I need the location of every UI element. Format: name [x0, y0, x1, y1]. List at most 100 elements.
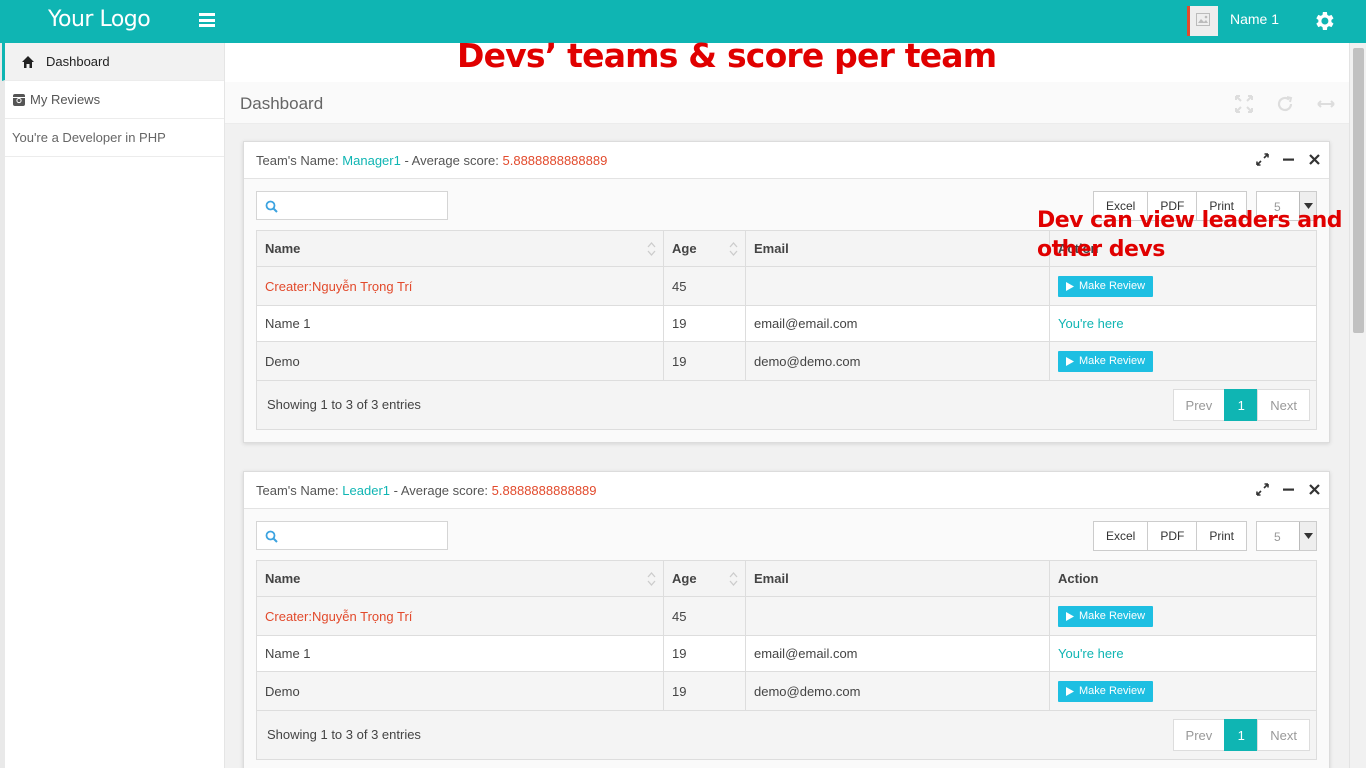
minimize-icon[interactable] — [1282, 153, 1295, 166]
panel-title: Team's Name: Leader1 - Average score: 5.… — [256, 483, 597, 498]
you-are-here-label: You're here — [1049, 305, 1317, 342]
entries-info: Showing 1 to 3 of 3 entries — [267, 727, 421, 742]
prev-page-button[interactable]: Prev — [1172, 719, 1226, 751]
next-page-button[interactable]: Next — [1257, 389, 1310, 421]
search-field[interactable] — [283, 195, 443, 216]
pdf-button[interactable]: PDF — [1147, 521, 1198, 551]
table-footer: Showing 1 to 3 of 3 entries Prev 1 Next — [256, 381, 1317, 430]
chevron-down-icon — [1304, 533, 1313, 539]
team-name[interactable]: Manager1 — [342, 153, 401, 168]
member-age: 45 — [663, 596, 746, 636]
menu-toggle-icon[interactable] — [199, 13, 215, 27]
table-row: Demo 19 demo@demo.com Make Review — [256, 341, 1317, 381]
member-name: Creater:Nguyễn Trọng Trí — [256, 266, 664, 306]
make-review-button[interactable]: Make Review — [1058, 350, 1154, 372]
table-footer: Showing 1 to 3 of 3 entries Prev 1 Next — [256, 711, 1317, 760]
team-panel-manager1: Team's Name: Manager1 - Average score: 5… — [243, 141, 1330, 443]
pagination: Prev 1 Next — [1172, 719, 1310, 751]
sort-icon — [647, 572, 656, 586]
play-icon — [1066, 281, 1074, 291]
member-email — [745, 596, 1050, 636]
refresh-tool[interactable] — [1267, 95, 1303, 127]
average-score: 5.8888888888889 — [491, 483, 597, 498]
column-header-age[interactable]: Age — [663, 230, 746, 267]
table-row: Demo 19 demo@demo.com Make Review — [256, 671, 1317, 711]
resize-tool[interactable] — [1308, 95, 1344, 127]
average-score: 5.8888888888889 — [502, 153, 608, 168]
sidebar-item-role[interactable]: You're a Developer in PHP — [5, 119, 224, 157]
column-header-name[interactable]: Name — [256, 230, 664, 267]
page-size-select[interactable]: 5 — [1256, 521, 1317, 551]
instagram-icon — [13, 93, 25, 106]
member-age: 45 — [663, 266, 746, 306]
close-icon[interactable] — [1308, 153, 1321, 166]
search-input[interactable] — [256, 191, 448, 220]
close-icon[interactable] — [1308, 483, 1321, 496]
export-buttons: Excel PDF Print — [1092, 521, 1247, 551]
team-table: Name Age Email Action Creater:Nguyễn Trọ… — [256, 560, 1317, 711]
panel-header: Team's Name: Leader1 - Average score: 5.… — [244, 472, 1329, 509]
panel-title: Team's Name: Manager1 - Average score: 5… — [256, 153, 608, 168]
vertical-scrollbar[interactable] — [1349, 43, 1366, 768]
fullscreen-tool[interactable] — [1226, 95, 1262, 127]
next-page-button[interactable]: Next — [1257, 719, 1310, 751]
horizontal-arrows-icon — [1317, 100, 1335, 108]
table-row: Creater:Nguyễn Trọng Trí 45 Make Review — [256, 266, 1317, 306]
page-header: Dashboard — [225, 82, 1349, 127]
sort-icon — [647, 242, 656, 256]
user-name[interactable]: Name 1 — [1230, 11, 1279, 27]
expand-icon[interactable] — [1256, 153, 1269, 166]
column-header-name[interactable]: Name — [256, 560, 664, 597]
member-email: email@email.com — [745, 635, 1050, 672]
search-icon — [265, 200, 278, 213]
panel-body: Excel PDF Print 5 Name Age Email Action … — [244, 509, 1329, 768]
search-input[interactable] — [256, 521, 448, 550]
search-field[interactable] — [283, 525, 443, 546]
you-are-here-label: You're here — [1049, 635, 1317, 672]
table-row: Name 1 19 email@email.com You're here — [256, 305, 1317, 342]
avatar[interactable] — [1187, 6, 1218, 36]
print-button[interactable]: Print — [1196, 521, 1247, 551]
sidebar-item-my-reviews[interactable]: My Reviews — [5, 81, 224, 119]
make-review-button[interactable]: Make Review — [1058, 275, 1154, 297]
page-1-button[interactable]: 1 — [1224, 719, 1259, 751]
member-name: Demo — [256, 671, 664, 711]
member-email: email@email.com — [745, 305, 1050, 342]
table-row: Creater:Nguyễn Trọng Trí 45 Make Review — [256, 596, 1317, 636]
column-header-action[interactable]: Action — [1049, 560, 1317, 597]
column-header-email[interactable]: Email — [745, 230, 1050, 267]
refresh-icon — [1277, 96, 1293, 112]
excel-button[interactable]: Excel — [1092, 521, 1149, 551]
page-title: Dashboard — [240, 94, 324, 113]
member-age: 19 — [663, 341, 746, 381]
member-email: demo@demo.com — [745, 341, 1050, 381]
sidebar-item-label: Dashboard — [46, 54, 110, 69]
column-header-age[interactable]: Age — [663, 560, 746, 597]
expand-icon[interactable] — [1256, 483, 1269, 496]
team-name[interactable]: Leader1 — [342, 483, 390, 498]
make-review-button[interactable]: Make Review — [1058, 680, 1154, 702]
page-1-button[interactable]: 1 — [1224, 389, 1259, 421]
minimize-icon[interactable] — [1282, 483, 1295, 496]
sort-icon — [729, 572, 738, 586]
home-icon — [22, 55, 34, 68]
member-age: 19 — [663, 635, 746, 672]
logo[interactable]: Your Logo — [48, 7, 151, 32]
sidebar-item-label: You're a Developer in PHP — [12, 130, 166, 145]
member-email: demo@demo.com — [745, 671, 1050, 711]
sidebar-item-dashboard[interactable]: Dashboard — [2, 43, 224, 81]
team-panel-leader1: Team's Name: Leader1 - Average score: 5.… — [243, 471, 1330, 768]
member-age: 19 — [663, 305, 746, 342]
play-icon — [1066, 686, 1074, 696]
gear-icon[interactable] — [1312, 9, 1336, 33]
scrollbar-thumb[interactable] — [1353, 48, 1364, 333]
table-row: Name 1 19 email@email.com You're here — [256, 635, 1317, 672]
sort-icon — [729, 242, 738, 256]
make-review-button[interactable]: Make Review — [1058, 605, 1154, 627]
play-icon — [1066, 356, 1074, 366]
column-header-email[interactable]: Email — [745, 560, 1050, 597]
pagination: Prev 1 Next — [1172, 389, 1310, 421]
member-name: Name 1 — [256, 305, 664, 342]
prev-page-button[interactable]: Prev — [1172, 389, 1226, 421]
member-email — [745, 266, 1050, 306]
